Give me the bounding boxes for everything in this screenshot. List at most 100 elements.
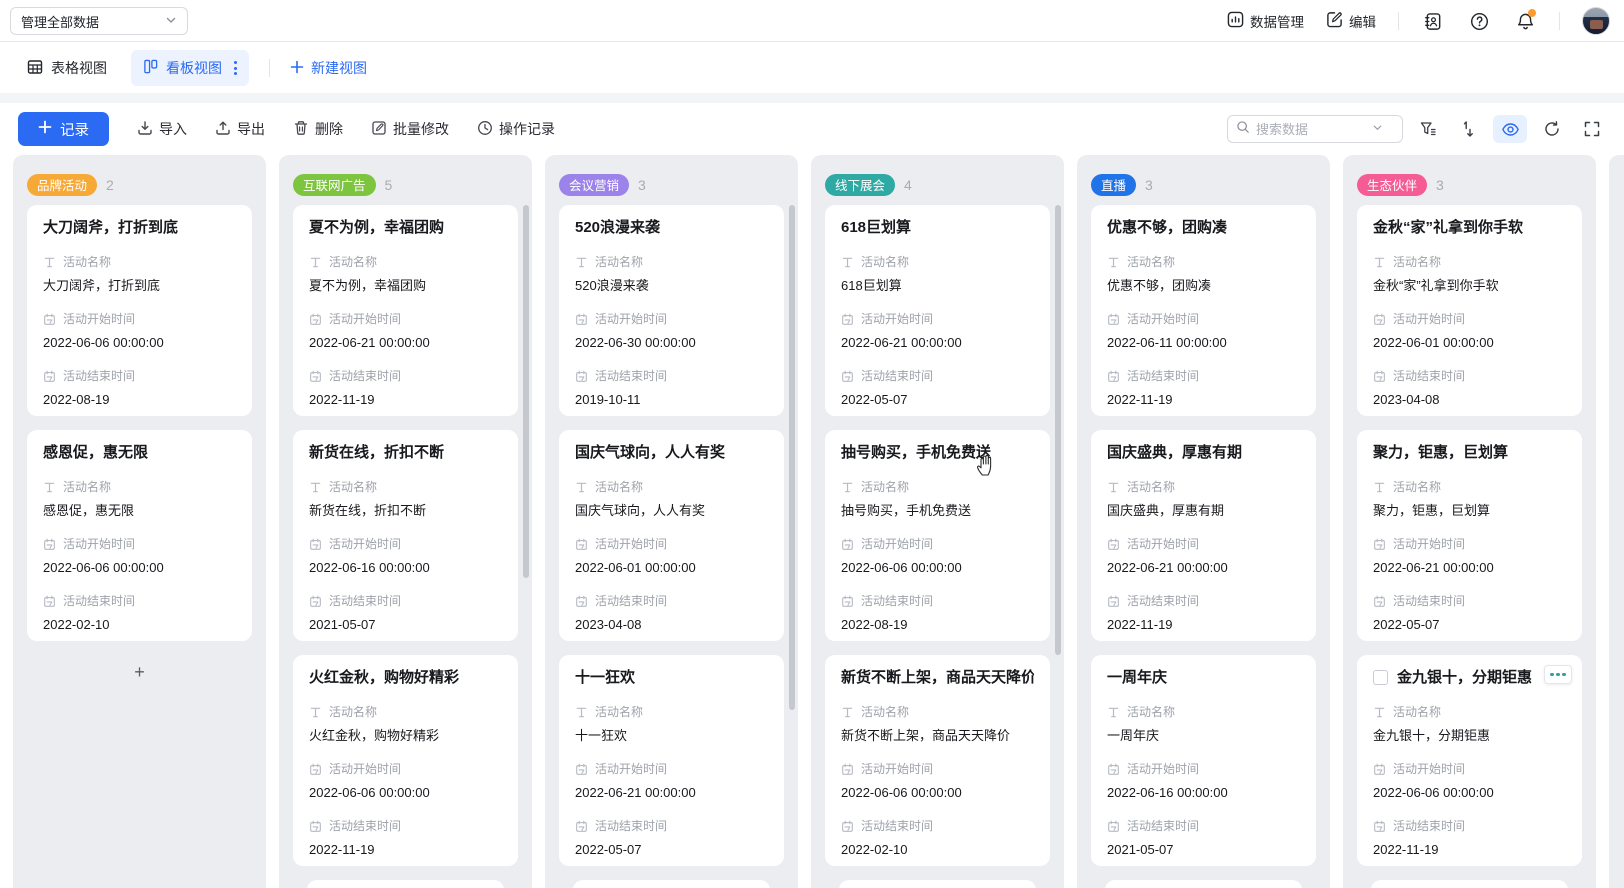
export-button[interactable]: 导出 [215,119,265,139]
import-button[interactable]: 导入 [137,119,187,139]
kanban-view-menu-icon[interactable] [230,59,241,77]
column-count: 4 [904,177,912,193]
notification-bell-icon[interactable] [1513,9,1537,33]
kanban-card[interactable]: 大刀阔斧，打折到底 活动名称 大刀阔斧，打折到底 活动开始时间 2022-06-… [27,205,252,416]
kanban-card[interactable]: 感恩促，惠无限 活动名称 感恩促，惠无限 活动开始时间 2022-06-06 0… [27,430,252,641]
filter-icon[interactable] [1413,115,1443,143]
column-badge[interactable]: 互联网广告 [293,174,376,196]
hide-fields-eye-icon[interactable] [1493,115,1527,143]
card-title: 火红金秋，购物好精彩 [309,667,502,688]
field-label-row: 活动名称 [43,254,236,270]
card-checkbox[interactable] [1373,670,1388,685]
user-avatar[interactable] [1582,7,1610,35]
section-divider [0,93,1624,103]
kanban-card[interactable]: 夏不为例，幸福团购 活动名称 夏不为例，幸福团购 活动开始时间 2022-06-… [293,205,518,416]
field-label-row: 活动结束时间 [1107,368,1300,384]
trash-icon [293,120,309,139]
kanban-card[interactable]: 金秋“家”礼拿到你手软 活动名称 金秋“家”礼拿到你手软 活动开始时间 2022… [1357,205,1582,416]
plus-icon [290,60,304,77]
kanban-card[interactable]: 国庆盛典，厚惠有期 活动名称 国庆盛典，厚惠有期 活动开始时间 2022-06-… [1091,430,1316,641]
kanban-card[interactable]: 抽号购买，手机免费送 活动名称 抽号购买，手机免费送 活动开始时间 2022-0… [825,430,1050,641]
calendar-icon [1373,538,1386,551]
field-label-row: 活动结束时间 [575,818,768,834]
calendar-icon [309,595,322,608]
data-manage-button[interactable]: 数据管理 [1227,11,1304,31]
field-label-row: 活动开始时间 [841,311,1034,327]
kanban-card-partial[interactable] [307,880,504,888]
column-scrollbar[interactable] [789,205,795,710]
field-value: 2022-06-21 00:00:00 [309,333,502,352]
search-box[interactable] [1227,115,1403,143]
field-value: 2023-04-08 [575,615,768,634]
field-label-row: 活动结束时间 [1107,593,1300,609]
new-view-button[interactable]: 新建视图 [290,58,367,78]
view-tabs-bar: 表格视图 看板视图 新建视图 [0,43,1624,93]
text-field-icon [575,706,588,719]
chevron-down-icon[interactable] [1372,120,1383,138]
field-value: 2022-08-19 [841,615,1034,634]
data-scope-selector[interactable]: 管理全部数据 [10,7,188,35]
data-scope-label: 管理全部数据 [21,12,99,31]
add-card-row-partial[interactable] [1371,880,1568,888]
contacts-icon[interactable] [1421,9,1445,33]
refresh-icon[interactable] [1537,115,1567,143]
calendar-icon [841,595,854,608]
column-header: 会议营销 3 [545,155,798,205]
add-record-button[interactable]: 记录 [18,112,109,146]
kanban-card-selected[interactable]: 金九银十，分期钜惠 活动名称 金九银十，分期钜惠 活动开始时间 2022-06-… [1357,655,1582,866]
add-card-row-partial[interactable] [573,880,770,888]
kanban-board: 品牌活动 2 大刀阔斧，打折到底 活动名称 大刀阔斧，打折到底 活动开始时间 2… [0,155,1624,888]
field-label-row: 活动开始时间 [1107,311,1300,327]
column-badge[interactable]: 生态伙伴 [1357,174,1427,196]
field-value: 2022-06-16 00:00:00 [1107,783,1300,802]
sort-icon[interactable] [1453,115,1483,143]
column-scrollbar[interactable] [1055,205,1061,655]
delete-button[interactable]: 删除 [293,119,343,139]
kanban-card[interactable]: 火红金秋，购物好精彩 活动名称 火红金秋，购物好精彩 活动开始时间 2022-0… [293,655,518,866]
field-value: 2022-06-06 00:00:00 [43,558,236,577]
field-value: 聚力，钜惠，巨划算 [1373,501,1566,520]
column-badge[interactable]: 会议营销 [559,174,629,196]
add-card-button[interactable]: + [27,655,252,689]
table-icon [27,59,43,78]
card-title: 新货在线，折扣不断 [309,442,502,463]
search-input[interactable] [1256,122,1366,137]
calendar-icon [841,763,854,776]
column-badge[interactable]: 线下展会 [825,174,895,196]
column-badge[interactable]: 品牌活动 [27,174,97,196]
kanban-card[interactable]: 优惠不够，团购凑 活动名称 优惠不够，团购凑 活动开始时间 2022-06-11… [1091,205,1316,416]
card-title: 十一狂欢 [575,667,768,688]
kanban-card[interactable]: 十一狂欢 活动名称 十一狂欢 活动开始时间 2022-06-21 00:00:0… [559,655,784,866]
kanban-card[interactable]: 聚力，钜惠，巨划算 活动名称 聚力，钜惠，巨划算 活动开始时间 2022-06-… [1357,430,1582,641]
edit-button[interactable]: 编辑 [1326,11,1376,31]
calendar-icon [841,538,854,551]
kanban-card-partial[interactable] [839,880,1036,888]
field-value: 抽号购买，手机免费送 [841,501,1034,520]
tab-kanban-view[interactable]: 看板视图 [131,50,249,86]
field-label-row: 活动开始时间 [43,311,236,327]
notification-dot [1528,9,1536,17]
field-value: 大刀阔斧，打折到底 [43,276,236,295]
field-value: 2022-06-21 00:00:00 [1107,558,1300,577]
help-icon[interactable] [1467,9,1491,33]
field-label-row: 活动名称 [1373,704,1566,720]
card-more-icon[interactable] [1544,665,1572,684]
kanban-card[interactable]: 新货在线，折扣不断 活动名称 新货在线，折扣不断 活动开始时间 2022-06-… [293,430,518,641]
kanban-card[interactable]: 一周年庆 活动名称 一周年庆 活动开始时间 2022-06-16 00:00:0… [1091,655,1316,866]
kanban-card[interactable]: 新货不断上架，商品天天降价 活动名称 新货不断上架，商品天天降价 活动开始时间 … [825,655,1050,866]
column-scrollbar[interactable] [523,205,529,578]
field-label-row: 活动名称 [1107,704,1300,720]
export-icon [215,120,231,139]
kanban-card[interactable]: 520浪漫来袭 活动名称 520浪漫来袭 活动开始时间 2022-06-30 0… [559,205,784,416]
field-value: 2022-06-01 00:00:00 [575,558,768,577]
column-badge[interactable]: 直播 [1091,174,1136,196]
text-field-icon [1107,706,1120,719]
kanban-card[interactable]: 国庆气球向，人人有奖 活动名称 国庆气球向，人人有奖 活动开始时间 2022-0… [559,430,784,641]
kanban-card[interactable]: 618巨划算 活动名称 618巨划算 活动开始时间 2022-06-21 00:… [825,205,1050,416]
operation-log-button[interactable]: 操作记录 [477,119,555,139]
tab-table-view[interactable]: 表格视图 [17,50,117,86]
batch-edit-button[interactable]: 批量修改 [371,119,449,139]
add-card-row-partial[interactable] [1105,880,1302,888]
card-title: 金九银十，分期钜惠 [1373,667,1566,688]
fullscreen-icon[interactable] [1577,115,1607,143]
